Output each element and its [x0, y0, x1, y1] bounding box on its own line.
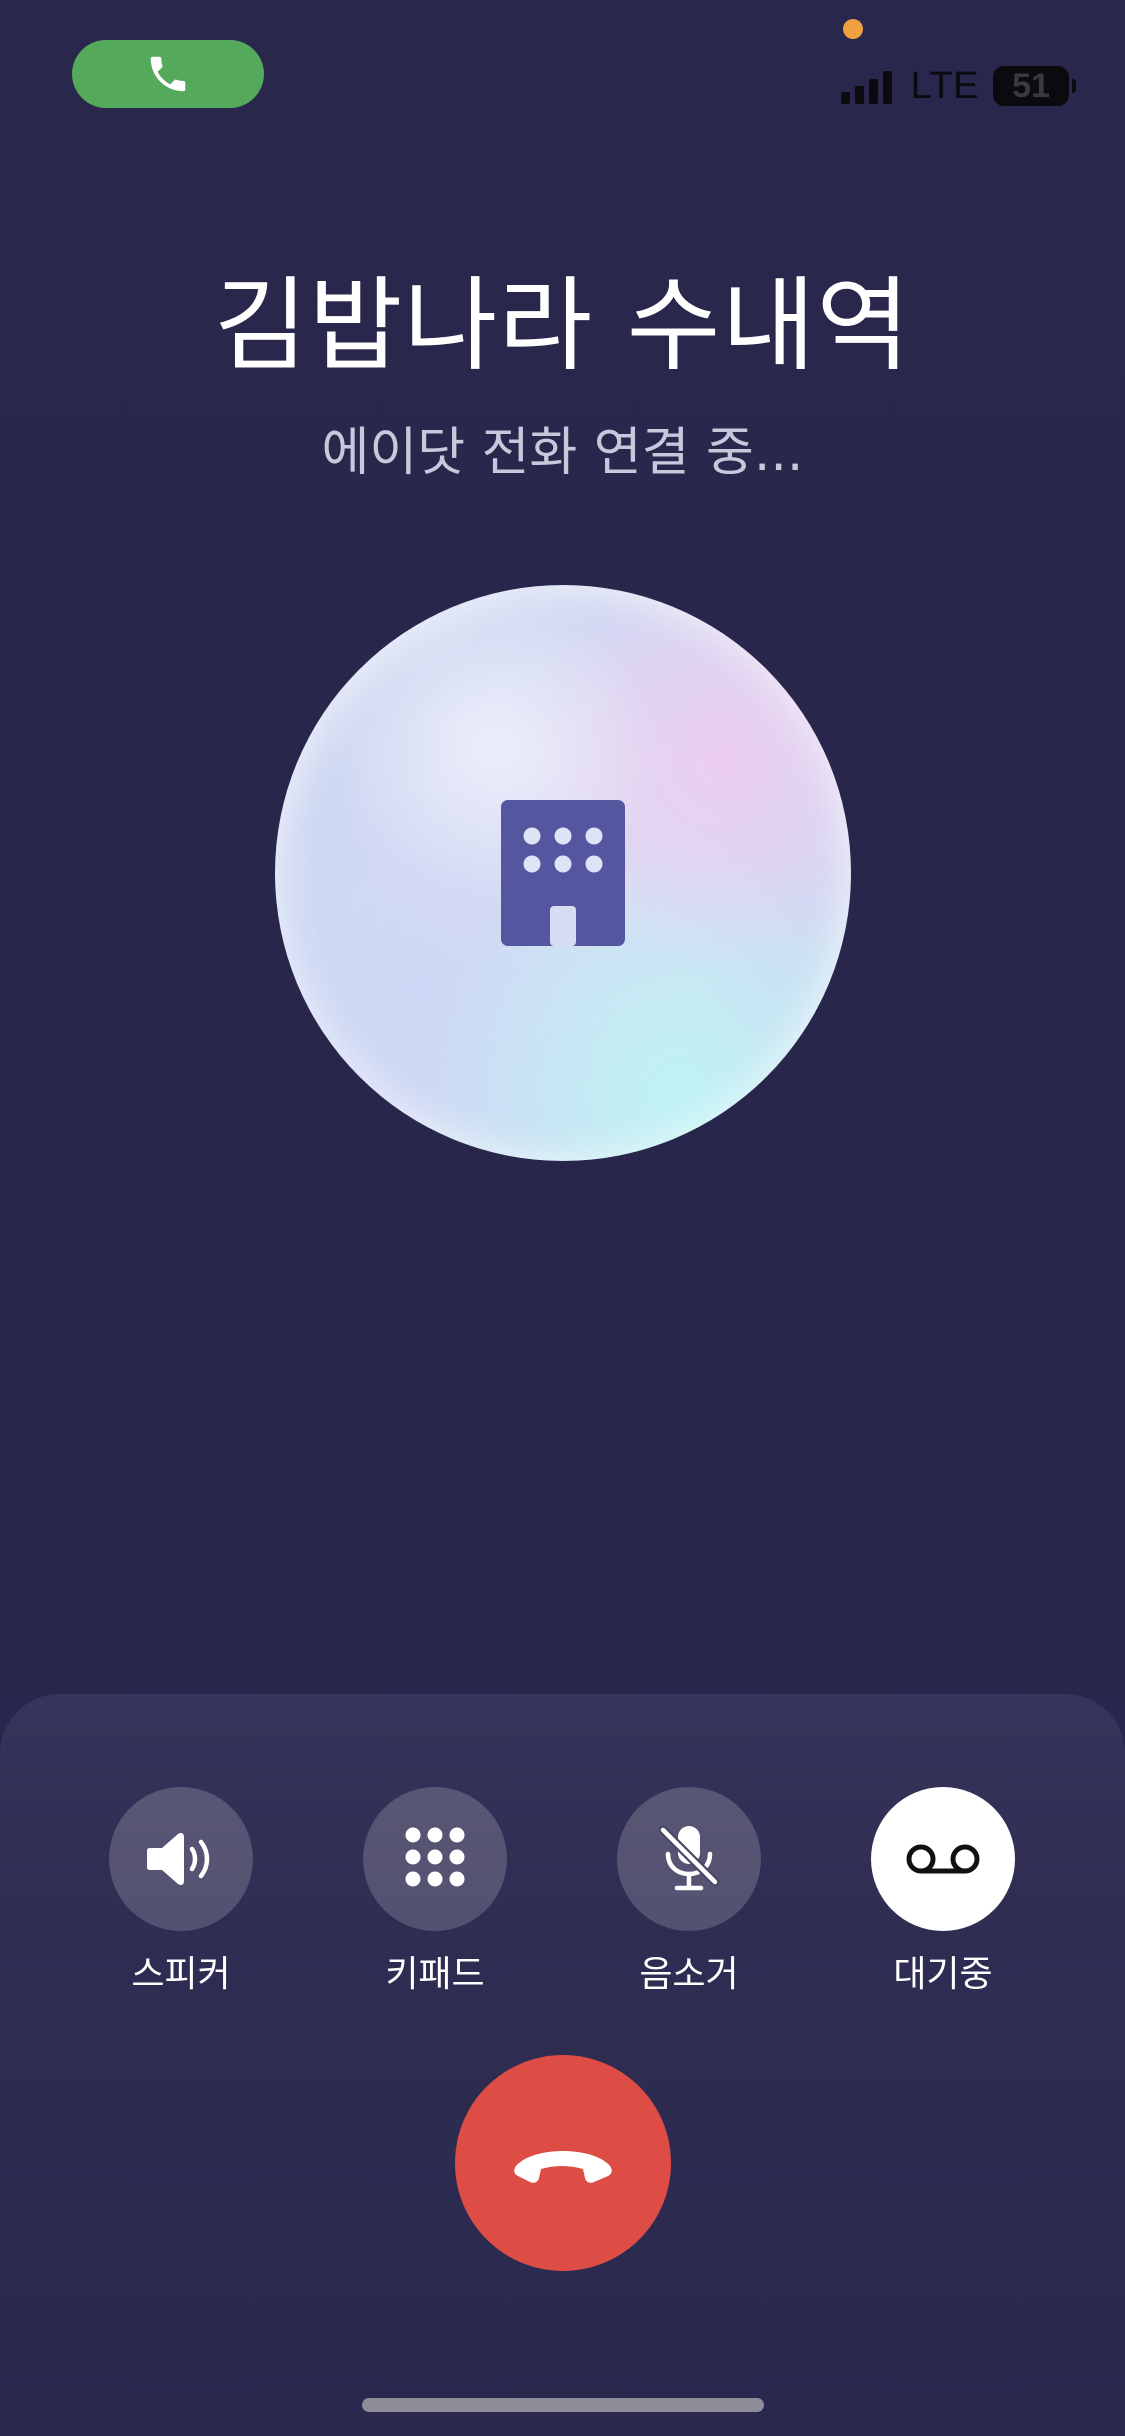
caller-name: 김밥나라 수내역	[213, 267, 912, 386]
speaker-label: 스피커	[131, 1954, 231, 1995]
hold-button[interactable]	[871, 1787, 1015, 1931]
end-call-button[interactable]	[455, 2055, 671, 2271]
mute-button[interactable]	[617, 1787, 761, 1931]
hold-label: 대기중	[893, 1954, 993, 1995]
call-screen: LTE 51 김밥나라 수내역 에이닷 전화 연결 중... 스피커 키패드 음…	[0, 0, 1125, 2436]
network-type: LTE	[910, 64, 979, 107]
status-indicators: LTE 51	[840, 64, 1076, 108]
speaker-icon	[147, 1833, 210, 1885]
mic-muted-icon	[658, 1825, 720, 1891]
privacy-indicator-dot	[843, 19, 863, 39]
home-indicator[interactable]	[362, 2398, 764, 2412]
hold-control[interactable]: 대기중	[843, 1787, 1043, 1997]
caller-avatar	[275, 585, 851, 1161]
battery-level: 51	[1012, 66, 1050, 105]
building-icon	[501, 800, 625, 946]
voicemail-icon	[906, 1844, 980, 1874]
call-controls: 스피커 키패드 음소거 대기중	[0, 1787, 1125, 2007]
keypad-button[interactable]	[363, 1787, 507, 1931]
speaker-control[interactable]: 스피커	[81, 1787, 281, 1997]
phone-icon	[150, 56, 186, 92]
mute-control[interactable]: 음소거	[589, 1787, 789, 1997]
battery-icon: 51	[993, 66, 1076, 106]
hang-up-icon	[514, 2151, 612, 2183]
call-status: 에이닷 전화 연결 중...	[321, 423, 804, 483]
mute-label: 음소거	[639, 1954, 739, 1995]
keypad-label: 키패드	[385, 1954, 485, 1995]
keypad-control[interactable]: 키패드	[335, 1787, 535, 1997]
keypad-icon	[405, 1827, 465, 1887]
speaker-button[interactable]	[109, 1787, 253, 1931]
cellular-signal-icon	[840, 68, 897, 104]
active-call-pill[interactable]	[72, 40, 264, 108]
